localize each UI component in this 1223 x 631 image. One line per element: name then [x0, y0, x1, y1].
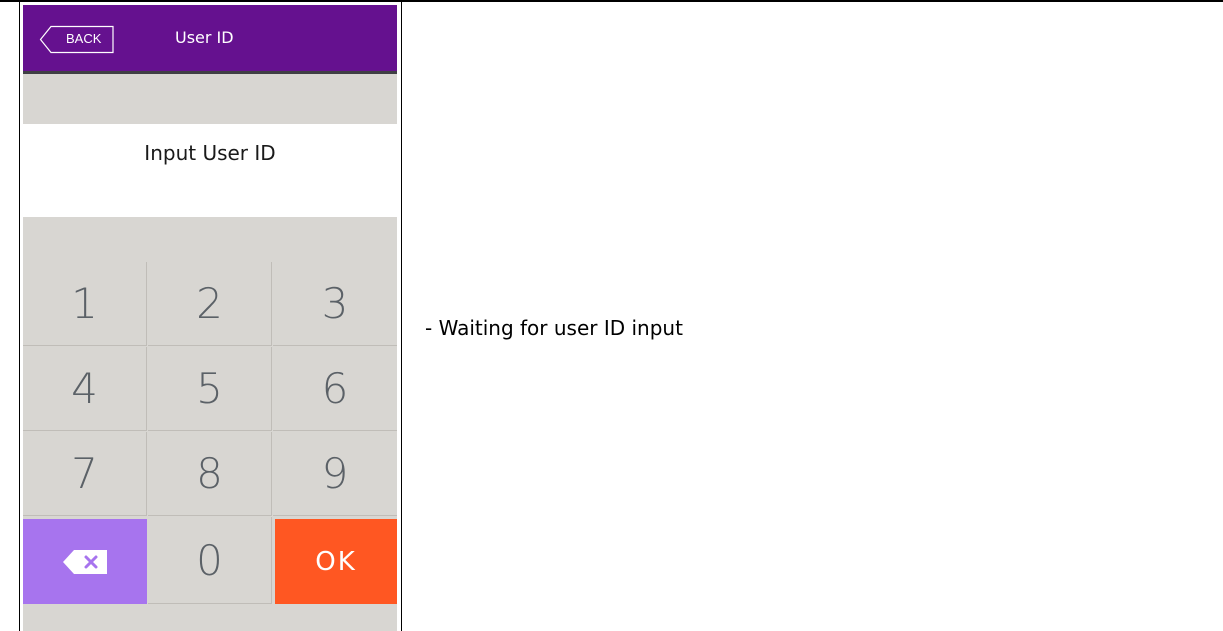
input-display: Input User ID — [23, 124, 397, 217]
backspace-icon — [63, 549, 107, 574]
bottom-strip — [23, 605, 397, 631]
header-bar: BACK User ID — [23, 5, 397, 74]
device-screen: BACK User ID Input User ID 1 2 3 4 5 6 7… — [23, 5, 397, 631]
ok-button[interactable]: OK — [275, 519, 397, 604]
key-4[interactable]: 4 — [23, 347, 147, 431]
key-2[interactable]: 2 — [148, 262, 272, 346]
back-button-label: BACK — [66, 31, 102, 46]
numeric-keypad: 1 2 3 4 5 6 7 8 9 0 OK — [23, 262, 397, 605]
page-title: User ID — [175, 28, 234, 47]
key-5[interactable]: 5 — [148, 347, 272, 431]
screen-description: - Waiting for user ID input — [425, 316, 683, 340]
key-7[interactable]: 7 — [23, 432, 147, 516]
key-3[interactable]: 3 — [273, 262, 397, 346]
key-6[interactable]: 6 — [273, 347, 397, 431]
key-1[interactable]: 1 — [23, 262, 147, 346]
backspace-button[interactable] — [23, 519, 147, 604]
key-9[interactable]: 9 — [273, 432, 397, 516]
back-button[interactable]: BACK — [39, 25, 115, 54]
key-8[interactable]: 8 — [148, 432, 272, 516]
key-0[interactable]: 0 — [148, 517, 272, 604]
input-prompt: Input User ID — [144, 141, 276, 165]
